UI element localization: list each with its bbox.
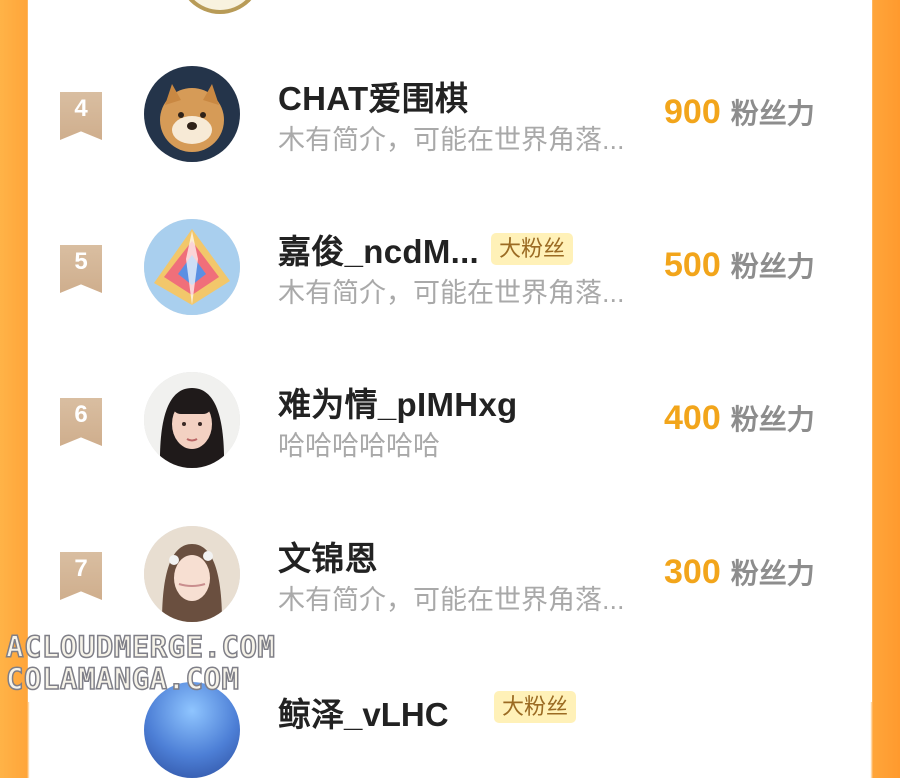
fan-score-unit: 粉丝力 <box>730 558 815 589</box>
watermark-line-2: COLAMANGA.COM <box>5 661 240 697</box>
name-line: 嘉俊_ncdM... 大粉丝 <box>278 225 574 273</box>
fan-score: 300 粉丝力 <box>664 552 815 592</box>
fan-score-value: 300 <box>664 553 721 591</box>
fan-score-unit: 粉丝力 <box>730 251 815 282</box>
name-line: 文锦恩 <box>278 532 378 580</box>
fan-score-value: 400 <box>664 399 721 437</box>
fan-score: 400 粉丝力 <box>664 398 815 438</box>
fan-ranking-panel: 4 CHAT爱围棋 木有简介，可能在世界角落... 900 粉丝力 5 嘉俊_n… <box>28 0 872 778</box>
fan-score-unit: 粉丝力 <box>730 98 815 129</box>
fan-score-unit: 粉丝力 <box>730 404 815 435</box>
bio-text: 木有简介，可能在世界角落... <box>278 125 625 155</box>
rank-badge: 6 <box>60 398 102 446</box>
ranking-row-5[interactable]: 5 嘉俊_ncdM... 大粉丝 木有简介，可能在世界角落... 500 粉丝力 <box>28 219 872 349</box>
rank-badge: 4 <box>60 92 102 140</box>
bio-text: 木有简介，可能在世界角落... <box>278 278 625 308</box>
username[interactable]: 难为情_pIMHxg <box>278 378 518 426</box>
avatar-partial-top <box>178 0 262 14</box>
bio-text: 木有简介，可能在世界角落... <box>278 585 625 615</box>
avatar-image <box>144 526 240 622</box>
username[interactable]: 文锦恩 <box>278 532 378 580</box>
avatar-image <box>144 66 240 162</box>
avatar[interactable] <box>144 682 240 778</box>
username[interactable]: CHAT爱围棋 <box>278 72 468 120</box>
fan-score-value: 500 <box>664 246 721 284</box>
fan-score: 900 粉丝力 <box>664 92 815 132</box>
avatar[interactable] <box>144 219 240 315</box>
avatar-image <box>144 219 240 315</box>
rank-badge: 7 <box>60 552 102 600</box>
big-fan-badge: 大粉丝 <box>494 691 577 723</box>
username[interactable]: 嘉俊_ncdM... <box>278 225 479 273</box>
bio-text: 哈哈哈哈哈哈 <box>278 431 440 461</box>
avatar[interactable] <box>144 66 240 162</box>
avatar-image <box>144 372 240 468</box>
big-fan-badge: 大粉丝 <box>491 233 574 265</box>
fan-score-value: 900 <box>664 93 721 131</box>
avatar[interactable] <box>144 526 240 622</box>
name-line: 难为情_pIMHxg <box>278 378 518 426</box>
rank-badge: 5 <box>60 245 102 293</box>
name-line: CHAT爱围棋 <box>278 72 468 120</box>
ranking-row-6[interactable]: 6 难为情_pIMHxg 哈哈哈哈哈哈 400 粉丝力 <box>28 372 872 502</box>
fan-score: 500 粉丝力 <box>664 245 815 285</box>
avatar[interactable] <box>144 372 240 468</box>
watermark-line-1: ACLOUDMERGE.COM <box>5 629 276 665</box>
ranking-row-4[interactable]: 4 CHAT爱围棋 木有简介，可能在世界角落... 900 粉丝力 <box>28 66 872 196</box>
